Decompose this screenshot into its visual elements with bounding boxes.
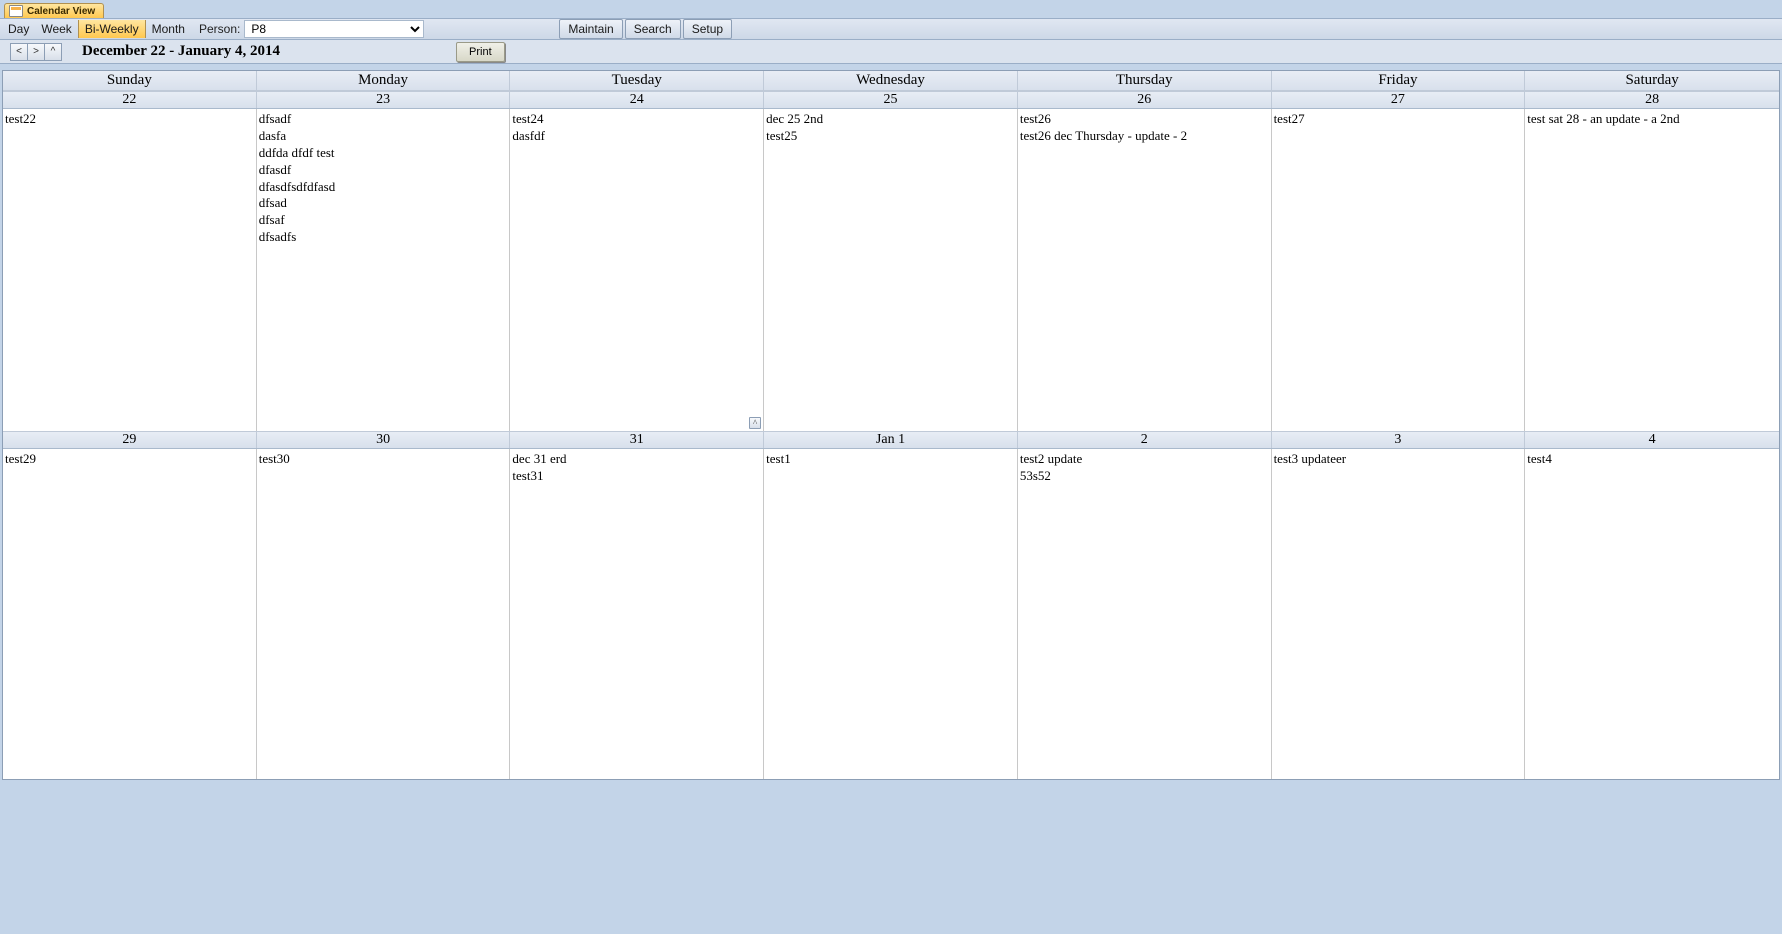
date-cell[interactable]: 24 (510, 92, 764, 108)
event-item[interactable]: dfasdf (259, 162, 508, 179)
body-row-week1: test22 dfsadfdasfaddfda dfdf testdfasdfd… (3, 109, 1779, 431)
view-biweekly-button[interactable]: Bi-Weekly (78, 20, 146, 38)
view-day-button[interactable]: Day (2, 20, 35, 38)
form-tab-title: Calendar View (27, 6, 95, 17)
event-item[interactable]: 53s52 (1020, 468, 1269, 485)
event-item[interactable]: dfsadfs (259, 229, 508, 246)
event-item[interactable]: ddfda dfdf test (259, 145, 508, 162)
date-cell[interactable]: 25 (764, 92, 1018, 108)
event-item[interactable]: dfsadf (259, 111, 508, 128)
day-cell[interactable]: test29 (3, 449, 257, 779)
date-cell[interactable]: 23 (257, 92, 511, 108)
event-item[interactable]: test26 (1020, 111, 1269, 128)
date-cell[interactable]: 3 (1272, 432, 1526, 448)
body-row-week2: test29 test30 dec 31 erdtest31 test1 tes… (3, 449, 1779, 779)
date-cell[interactable]: 30 (257, 432, 511, 448)
event-item[interactable]: dfasdfsdfdfasd (259, 179, 508, 196)
event-item[interactable]: test22 (5, 111, 254, 128)
date-row-week1: 22 23 24 25 26 27 28 (3, 91, 1779, 109)
event-item[interactable]: dasfa (259, 128, 508, 145)
day-header-friday: Friday (1272, 71, 1526, 90)
form-icon (9, 5, 23, 17)
day-cell[interactable]: dec 31 erdtest31 (510, 449, 764, 779)
date-cell[interactable]: 31 (510, 432, 764, 448)
view-week-button[interactable]: Week (35, 20, 77, 38)
date-row-week2: 29 30 31 Jan 1 2 3 4 (3, 431, 1779, 449)
date-cell[interactable]: 28 (1525, 92, 1779, 108)
navigation-row: < > ^ December 22 - January 4, 2014 Prin… (0, 40, 1782, 64)
event-item[interactable]: test4 (1527, 451, 1777, 468)
event-item[interactable]: test31 (512, 468, 761, 485)
day-header-tuesday: Tuesday (510, 71, 764, 90)
event-item[interactable]: dasfdf (512, 128, 761, 145)
form-tab-header: Calendar View (0, 0, 1782, 18)
date-range-label: December 22 - January 4, 2014 (82, 43, 280, 60)
next-button[interactable]: > (27, 43, 45, 61)
day-cell[interactable]: dec 25 2ndtest25 (764, 109, 1018, 431)
main-toolbar: Day Week Bi-Weekly Month Person: P8 Main… (0, 18, 1782, 40)
day-cell[interactable]: test27 (1272, 109, 1526, 431)
day-cell[interactable]: test24dasfdf ^ (510, 109, 764, 431)
date-cell[interactable]: Jan 1 (764, 432, 1018, 448)
prev-button[interactable]: < (10, 43, 28, 61)
maintain-button[interactable]: Maintain (559, 19, 622, 39)
day-cell[interactable]: test1 (764, 449, 1018, 779)
day-cell[interactable]: test26test26 dec Thursday - update - 2 (1018, 109, 1272, 431)
date-cell[interactable]: 29 (3, 432, 257, 448)
event-item[interactable]: test27 (1274, 111, 1523, 128)
event-item[interactable]: dfsad (259, 195, 508, 212)
event-item[interactable]: dec 31 erd (512, 451, 761, 468)
day-cell[interactable]: test22 (3, 109, 257, 431)
calendar-grid: Sunday Monday Tuesday Wednesday Thursday… (2, 70, 1780, 780)
event-item[interactable]: test25 (766, 128, 1015, 145)
day-header-row: Sunday Monday Tuesday Wednesday Thursday… (3, 71, 1779, 91)
view-month-button[interactable]: Month (146, 20, 191, 38)
event-item[interactable]: test29 (5, 451, 254, 468)
event-item[interactable]: dfsaf (259, 212, 508, 229)
event-item[interactable]: test3 updateer (1274, 451, 1523, 468)
day-header-saturday: Saturday (1525, 71, 1779, 90)
event-item[interactable]: test1 (766, 451, 1015, 468)
date-cell[interactable]: 4 (1525, 432, 1779, 448)
day-cell[interactable]: test sat 28 - an update - a 2nd (1525, 109, 1779, 431)
date-cell[interactable]: 2 (1018, 432, 1272, 448)
print-button[interactable]: Print (456, 42, 505, 62)
event-item[interactable]: test sat 28 - an update - a 2nd (1527, 111, 1777, 128)
search-button[interactable]: Search (625, 19, 681, 39)
event-item[interactable]: test2 update (1020, 451, 1269, 468)
day-cell[interactable]: test30 (257, 449, 511, 779)
day-cell[interactable]: test3 updateer (1272, 449, 1526, 779)
date-cell[interactable]: 27 (1272, 92, 1526, 108)
person-select[interactable]: P8 (244, 20, 424, 38)
day-header-wednesday: Wednesday (764, 71, 1018, 90)
more-events-icon[interactable]: ^ (749, 417, 761, 429)
event-item[interactable]: dec 25 2nd (766, 111, 1015, 128)
day-header-sunday: Sunday (3, 71, 257, 90)
event-item[interactable]: test24 (512, 111, 761, 128)
day-header-monday: Monday (257, 71, 511, 90)
date-cell[interactable]: 26 (1018, 92, 1272, 108)
event-item[interactable]: test30 (259, 451, 508, 468)
day-header-thursday: Thursday (1018, 71, 1272, 90)
day-cell[interactable]: dfsadfdasfaddfda dfdf testdfasdfdfasdfsd… (257, 109, 511, 431)
setup-button[interactable]: Setup (683, 19, 732, 39)
event-item[interactable]: test26 dec Thursday - update - 2 (1020, 128, 1269, 145)
day-cell[interactable]: test4 (1525, 449, 1779, 779)
today-button[interactable]: ^ (44, 43, 62, 61)
date-cell[interactable]: 22 (3, 92, 257, 108)
form-tab[interactable]: Calendar View (4, 3, 104, 18)
toolbar-right-group: Maintain Search Setup (559, 19, 732, 39)
day-cell[interactable]: test2 update53s52 (1018, 449, 1272, 779)
person-label: Person: (191, 20, 244, 38)
nav-button-group: < > ^ (10, 43, 62, 61)
